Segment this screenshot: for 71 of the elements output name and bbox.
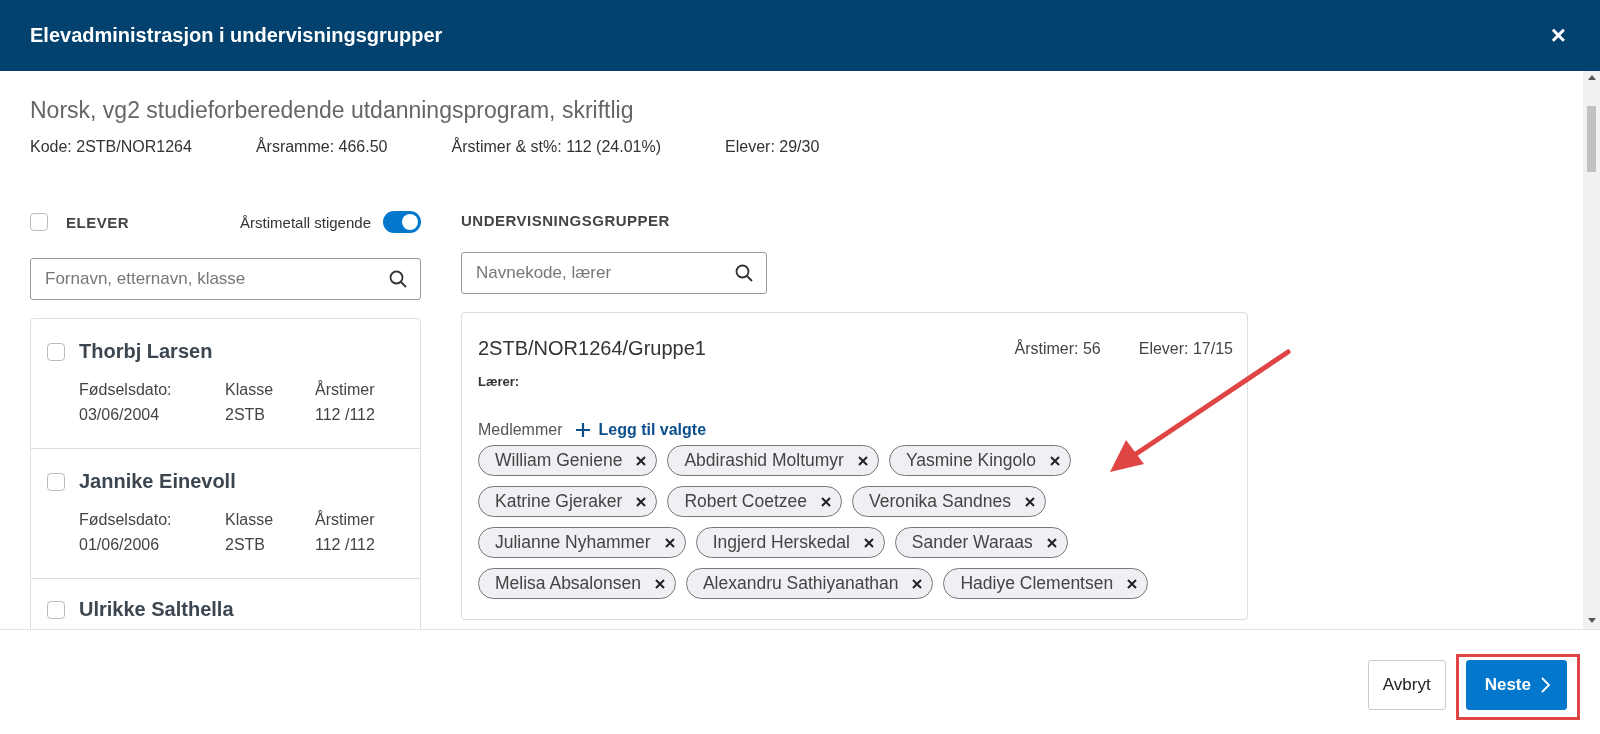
remove-icon[interactable] bbox=[912, 578, 923, 589]
field-value: 01/06/2006 bbox=[79, 535, 161, 555]
remove-icon[interactable] bbox=[1025, 496, 1036, 507]
cancel-button[interactable]: Avbryt bbox=[1367, 660, 1446, 710]
checkbox[interactable] bbox=[47, 600, 65, 619]
search-field[interactable]: Fornavn, etternavn, klasse bbox=[30, 258, 421, 300]
dialog-title: Elevadministrasjon i undervisningsgrupper bbox=[30, 24, 443, 47]
field-value: 2STB bbox=[225, 405, 266, 425]
toggle-switch[interactable] bbox=[383, 211, 421, 233]
search-field[interactable]: Navnekode, lærer bbox=[461, 252, 767, 294]
search-icon bbox=[389, 270, 407, 288]
group-stat: Elever: 17/15 bbox=[1138, 339, 1233, 358]
member-chip: Sander Waraas bbox=[894, 527, 1068, 558]
remove-icon[interactable] bbox=[1049, 455, 1060, 466]
member-chip: Melisa Absalonsen bbox=[478, 568, 676, 599]
checkbox[interactable] bbox=[30, 213, 48, 231]
toggle-label: Årstimetall stigende bbox=[240, 213, 371, 231]
field-label: Fødselsdato: bbox=[79, 380, 173, 400]
student-name: Ulrikke Salthella bbox=[79, 598, 234, 621]
member-chip: Julianne Nyhammer bbox=[478, 527, 686, 558]
remove-icon[interactable] bbox=[863, 537, 874, 548]
chevron-icon bbox=[1541, 677, 1550, 693]
member-chip: Veronika Sandnes bbox=[852, 486, 1047, 517]
scroll-thumb[interactable] bbox=[1587, 106, 1596, 172]
scroll-down-icon[interactable] bbox=[1587, 618, 1596, 623]
remove-icon[interactable] bbox=[654, 578, 665, 589]
group-stat: Årstimer: 56 bbox=[1014, 339, 1101, 358]
scroll-up-icon[interactable] bbox=[1587, 75, 1596, 80]
next-button[interactable]: Neste bbox=[1465, 660, 1567, 710]
field-value: 2STB bbox=[225, 535, 266, 555]
course-title: Norsk, vg2 studieforberedende utdanningsprogram, skriftlig bbox=[30, 97, 635, 124]
field-label: Klasse bbox=[225, 380, 275, 400]
member-chip: Katrine Gjeraker bbox=[478, 486, 658, 517]
field-label: Klasse bbox=[225, 510, 275, 530]
teacher-label: Lærer: bbox=[478, 374, 521, 389]
checkbox[interactable] bbox=[47, 342, 65, 361]
field-value: 03/06/2004 bbox=[79, 405, 161, 425]
member-chip: Yasmine Kingolo bbox=[888, 445, 1071, 476]
student-name: Jannike Einevoll bbox=[79, 470, 236, 493]
course-stat: Kode: 2STB/NOR1264 bbox=[30, 138, 192, 156]
course-stat: Elever: 29/30 bbox=[725, 138, 820, 156]
student-name: Thorbj Larsen bbox=[79, 340, 213, 363]
checkbox[interactable] bbox=[47, 472, 65, 491]
member-chip: William Geniene bbox=[478, 445, 658, 476]
member-chip: Abdirashid Moltumyr bbox=[667, 445, 879, 476]
remove-icon[interactable] bbox=[636, 455, 647, 466]
students-heading: ELEVER bbox=[66, 213, 129, 231]
remove-icon[interactable] bbox=[664, 537, 675, 548]
plus-icon bbox=[576, 423, 591, 437]
remove-icon[interactable] bbox=[1046, 537, 1057, 548]
remove-icon[interactable] bbox=[821, 496, 831, 507]
course-stat: Årsramme: 466.50 bbox=[255, 138, 388, 156]
add-selected-link[interactable]: Legg til valgte bbox=[576, 421, 707, 439]
course-stat: Årstimer & st%: 112 (24.01%) bbox=[451, 138, 662, 156]
groups-heading: UNDERVISNINGSGRUPPER bbox=[461, 212, 671, 231]
close-button[interactable]: × bbox=[1546, 20, 1570, 51]
member-chip: Alexandru Sathiyanathan bbox=[685, 568, 934, 599]
remove-icon[interactable] bbox=[857, 455, 868, 466]
members-label: Medlemmer bbox=[478, 421, 563, 439]
field-label: Årstimer bbox=[315, 509, 376, 530]
member-chip: Robert Coetzee bbox=[667, 486, 842, 517]
field-value: 112 /112 bbox=[315, 535, 376, 555]
remove-icon[interactable] bbox=[636, 496, 647, 507]
field-label: Fødselsdato: bbox=[79, 510, 173, 530]
field-label: Årstimer bbox=[315, 379, 376, 400]
member-chip: Ingjerd Herskedal bbox=[695, 527, 885, 558]
search-icon bbox=[735, 264, 753, 282]
remove-icon[interactable] bbox=[1127, 578, 1138, 589]
group-name: 2STB/NOR1264/Gruppe1 bbox=[478, 337, 707, 360]
field-value: 112 /112 bbox=[315, 405, 376, 425]
member-chip: Hadiye Clementsen bbox=[943, 568, 1149, 599]
